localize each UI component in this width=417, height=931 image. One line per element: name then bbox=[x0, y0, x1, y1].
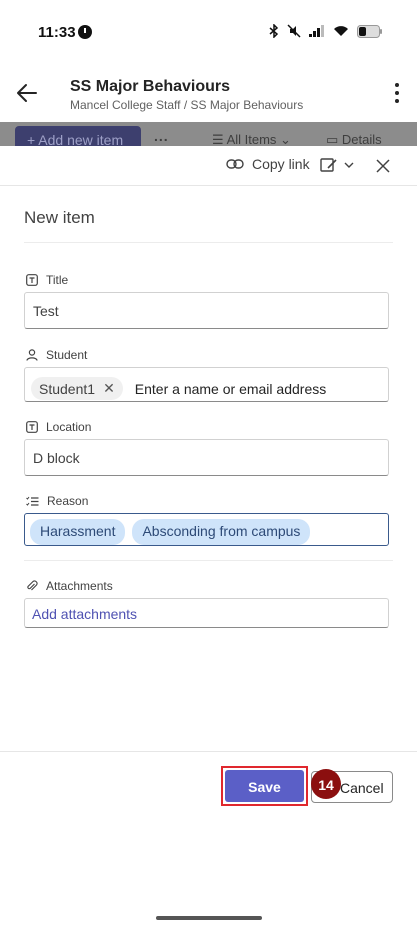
student-label: Student bbox=[46, 348, 88, 362]
form-heading: New item bbox=[24, 208, 95, 227]
choice-chip[interactable]: Harassment bbox=[30, 519, 126, 545]
clock-icon bbox=[78, 25, 92, 39]
signal-icon bbox=[309, 25, 324, 37]
person-chip-label: Student1 bbox=[39, 380, 96, 397]
remove-person-icon[interactable]: ✕ bbox=[103, 380, 115, 397]
more-vertical-icon[interactable] bbox=[393, 82, 401, 104]
divider bbox=[24, 560, 393, 561]
checklist-icon bbox=[26, 496, 39, 506]
attachments-field-label: Attachments bbox=[26, 579, 113, 593]
reason-field-label: Reason bbox=[26, 494, 88, 508]
title-field-label: Title bbox=[26, 273, 68, 287]
edit-form-icon bbox=[320, 158, 337, 172]
step-number-badge: 14 bbox=[311, 769, 341, 799]
panel-command-bar: Copy link bbox=[0, 146, 417, 186]
location-label: Location bbox=[46, 420, 92, 434]
text-field-icon bbox=[26, 421, 38, 433]
page-title: SS Major Behaviours bbox=[70, 78, 231, 95]
new-item-panel: Copy link New item Title Test Student St… bbox=[0, 146, 417, 931]
home-indicator[interactable] bbox=[156, 916, 262, 920]
copy-link-button[interactable]: Copy link bbox=[226, 156, 310, 172]
edit-form-button[interactable] bbox=[320, 157, 354, 173]
text-field-icon bbox=[26, 274, 38, 286]
location-field-label: Location bbox=[26, 420, 91, 434]
student-field-label: Student bbox=[26, 348, 87, 362]
bluetooth-icon bbox=[269, 24, 279, 38]
status-bar: 11:33 bbox=[0, 0, 417, 62]
reason-multichoice[interactable]: Harassment Absconding from campus bbox=[24, 513, 389, 546]
people-picker-placeholder[interactable]: Enter a name or email address bbox=[135, 381, 326, 397]
choice-chip[interactable]: Absconding from campus bbox=[132, 519, 311, 545]
link-icon bbox=[226, 159, 244, 169]
add-attachments-button[interactable]: Add attachments bbox=[24, 598, 389, 628]
person-chip: Student1 ✕ bbox=[31, 377, 123, 400]
title-label: Title bbox=[46, 273, 69, 287]
save-button[interactable]: Save bbox=[225, 770, 304, 802]
attachments-label: Attachments bbox=[46, 579, 113, 593]
chevron-down-icon bbox=[344, 162, 354, 168]
arrow-left-icon[interactable] bbox=[14, 80, 40, 106]
student-people-picker[interactable]: Student1 ✕ Enter a name or email address bbox=[24, 367, 389, 402]
status-icons bbox=[269, 24, 383, 38]
divider bbox=[0, 751, 417, 752]
wifi-icon bbox=[334, 26, 348, 36]
status-time: 11:33 bbox=[38, 24, 76, 41]
toolbar-more: ... bbox=[154, 128, 169, 144]
battery-icon bbox=[357, 24, 382, 38]
divider bbox=[24, 242, 393, 243]
paperclip-icon bbox=[27, 580, 38, 591]
view-label: All Items bbox=[226, 132, 277, 147]
mute-icon bbox=[287, 24, 301, 38]
close-icon[interactable] bbox=[375, 158, 391, 174]
location-input[interactable]: D block bbox=[24, 439, 389, 476]
details-label: Details bbox=[341, 132, 382, 147]
person-icon bbox=[26, 349, 38, 361]
title-input[interactable]: Test bbox=[24, 292, 389, 329]
app-header: SS Major Behaviours Mancel College Staff… bbox=[0, 62, 417, 122]
copy-link-label: Copy link bbox=[252, 156, 310, 172]
breadcrumb[interactable]: Mancel College Staff / SS Major Behaviou… bbox=[70, 98, 303, 112]
reason-label: Reason bbox=[47, 494, 89, 508]
